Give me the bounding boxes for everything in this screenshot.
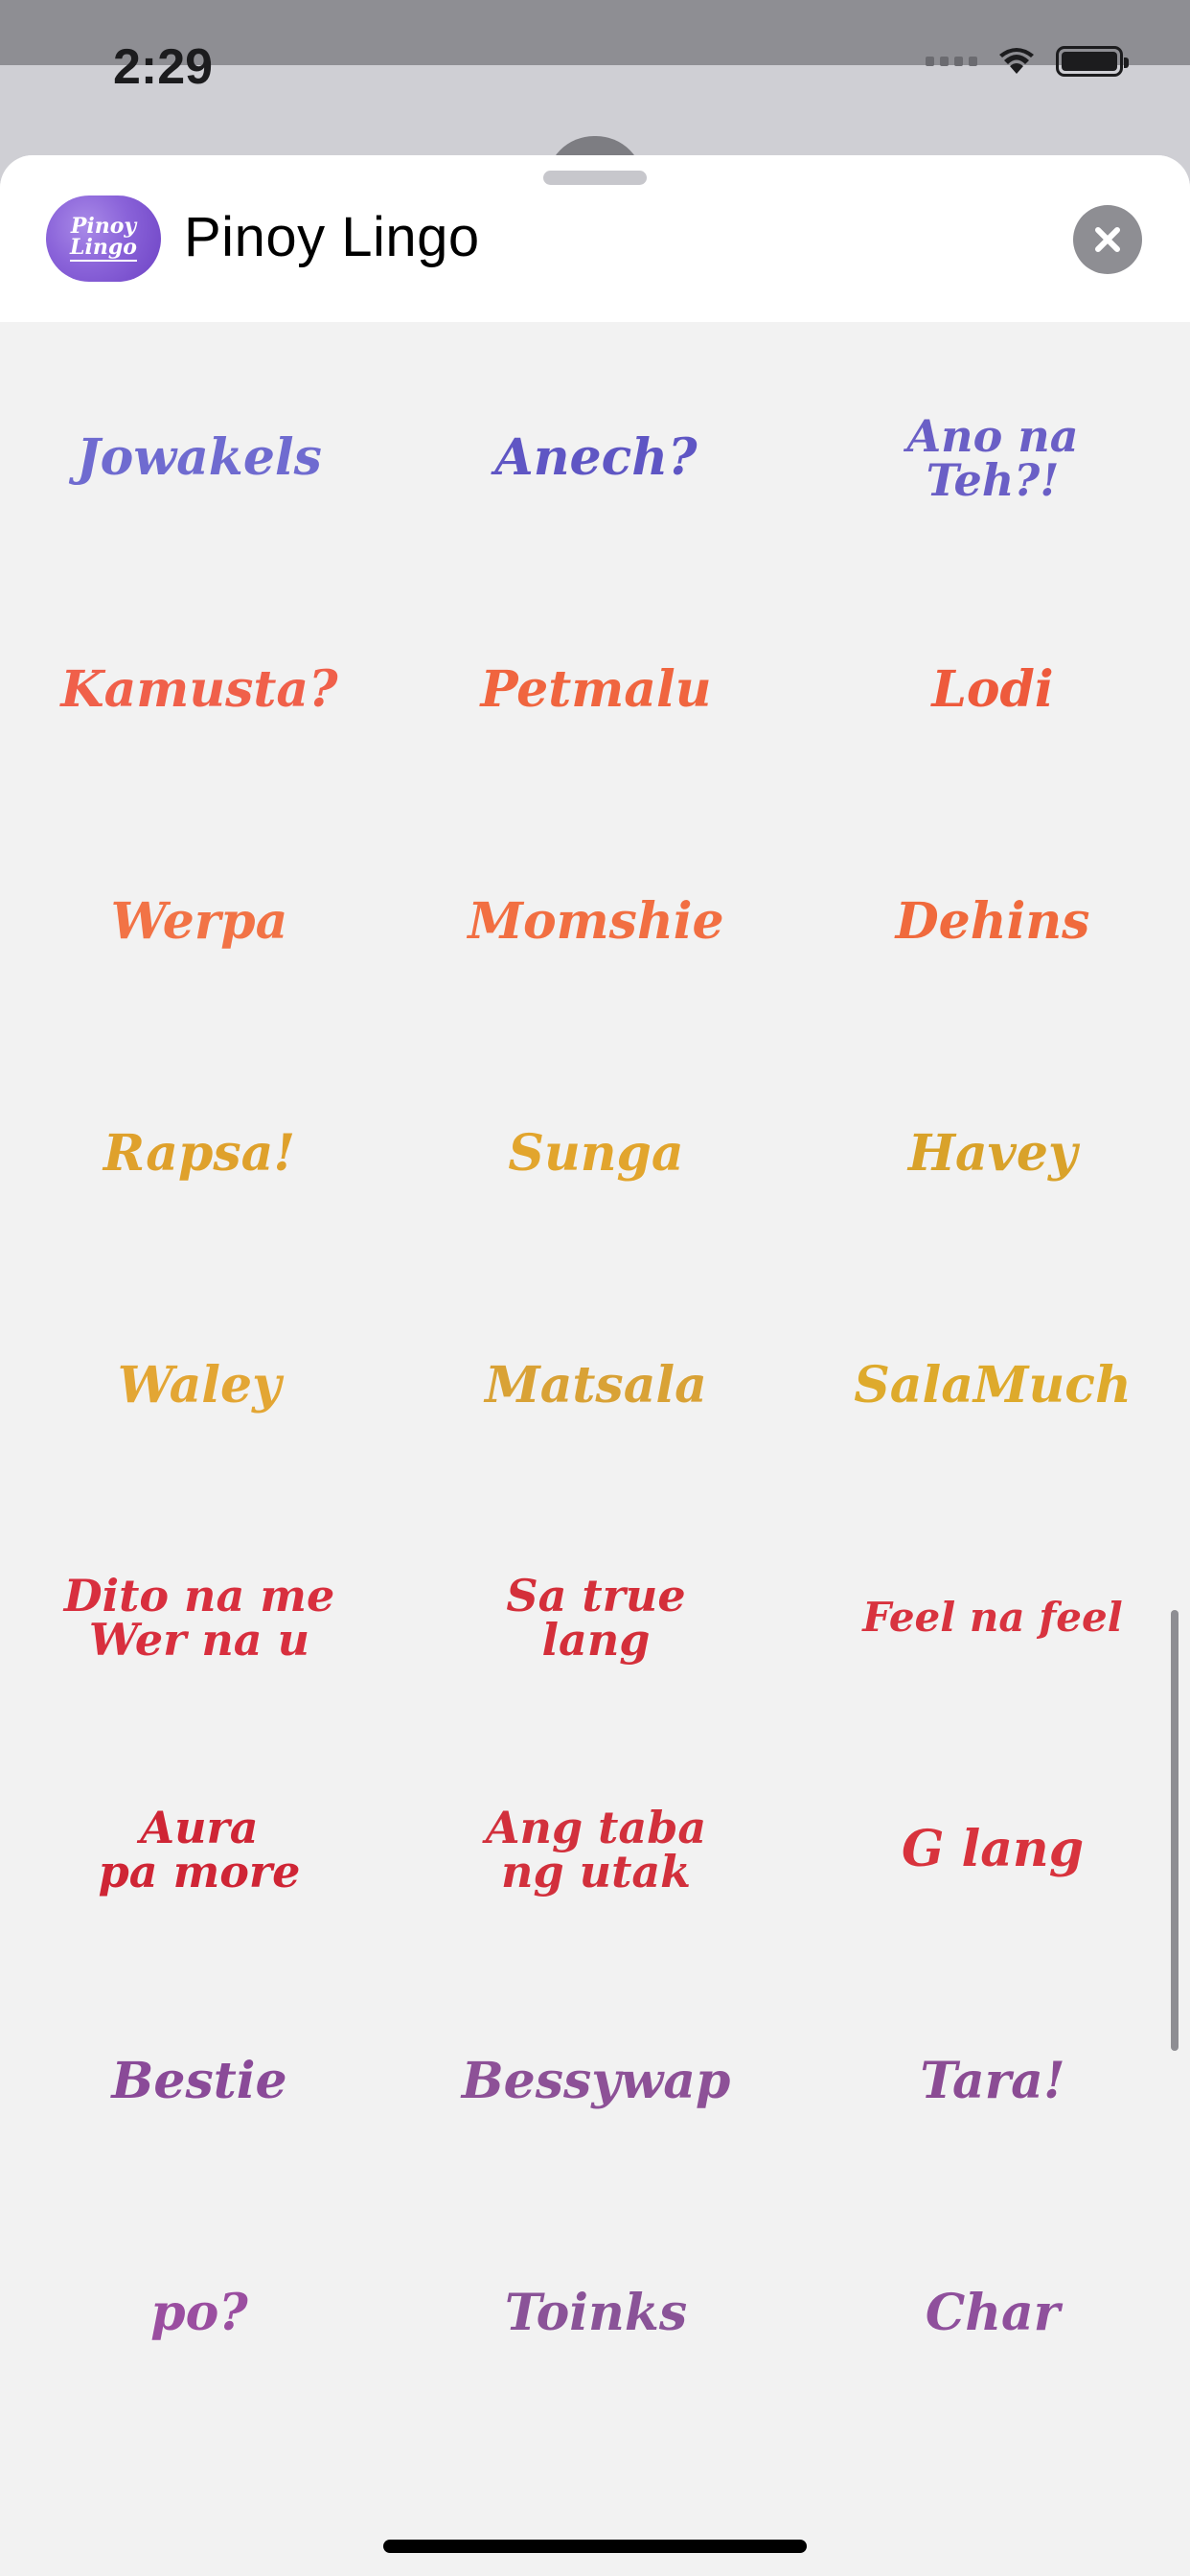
cellular-signal-icon: [926, 57, 977, 66]
home-indicator[interactable]: [383, 2540, 807, 2553]
sticker-anech[interactable]: Anech?: [452, 433, 740, 483]
sticker-momshie[interactable]: Momshie: [452, 897, 740, 947]
close-button[interactable]: [1073, 205, 1142, 274]
sheet-header: Pinoy Lingo Pinoy Lingo: [0, 155, 1190, 322]
status-time: 2:29: [113, 39, 214, 95]
sheet-grabber[interactable]: [543, 171, 647, 185]
sticker-salamuch[interactable]: SalaMuch: [849, 1361, 1136, 1411]
sticker-sunga[interactable]: Sunga: [452, 1129, 740, 1179]
sticker-matsala[interactable]: Matsala: [452, 1361, 740, 1411]
sticker-dito-na-me-wer-na-u[interactable]: Dito na me Wer na u: [56, 1574, 343, 1662]
sticker-tara[interactable]: Tara!: [849, 2057, 1136, 2106]
sticker-po[interactable]: po?: [56, 2288, 343, 2338]
battery-icon: [1056, 46, 1129, 77]
sticker-rapsa[interactable]: Rapsa!: [56, 1129, 343, 1179]
sticker-ano-na-teh[interactable]: Ano na Teh?!: [849, 414, 1136, 502]
sticker-char[interactable]: Char: [849, 2288, 1136, 2338]
sticker-waley[interactable]: Waley: [56, 1361, 343, 1411]
sticker-kamusta[interactable]: Kamusta?: [56, 665, 343, 715]
sticker-werpa[interactable]: Werpa: [56, 897, 343, 947]
scroll-indicator[interactable]: [1171, 1610, 1179, 2051]
close-icon: [1095, 227, 1120, 252]
sticker-sheet: Pinoy Lingo Pinoy Lingo Jowakels Anech? An…: [0, 155, 1190, 2576]
app-icon: Pinoy Lingo: [46, 196, 161, 282]
status-icons: [926, 46, 1129, 77]
sticker-jowakels[interactable]: Jowakels: [56, 433, 343, 483]
sticker-ang-taba-ng-utak[interactable]: Ang taba ng utak: [452, 1806, 740, 1894]
sticker-havey[interactable]: Havey: [849, 1129, 1136, 1179]
sticker-dehins[interactable]: Dehins: [849, 897, 1136, 947]
sticker-feel-na-feel[interactable]: Feel na feel: [849, 1598, 1136, 1638]
app-title: Pinoy Lingo: [184, 206, 480, 268]
sticker-g-lang[interactable]: G lang: [849, 1825, 1136, 1874]
sticker-aura-pa-more[interactable]: Aura pa more: [56, 1806, 343, 1894]
sticker-bessywap[interactable]: Bessywap: [452, 2057, 740, 2106]
sticker-toinks[interactable]: Toinks: [452, 2288, 740, 2338]
app-icon-line-2: Lingo: [70, 235, 137, 262]
wifi-icon: [999, 48, 1034, 74]
sticker-petmalu[interactable]: Petmalu: [452, 665, 740, 715]
sticker-lodi[interactable]: Lodi: [849, 665, 1136, 715]
app-icon-line-1: Pinoy: [70, 214, 137, 239]
sticker-sa-true-lang[interactable]: Sa true lang: [452, 1574, 740, 1662]
screen: 2:29 Pinoy Lingo Pinoy Lingo Jowakels Ane…: [0, 0, 1190, 2576]
sticker-bestie[interactable]: Bestie: [56, 2057, 343, 2106]
